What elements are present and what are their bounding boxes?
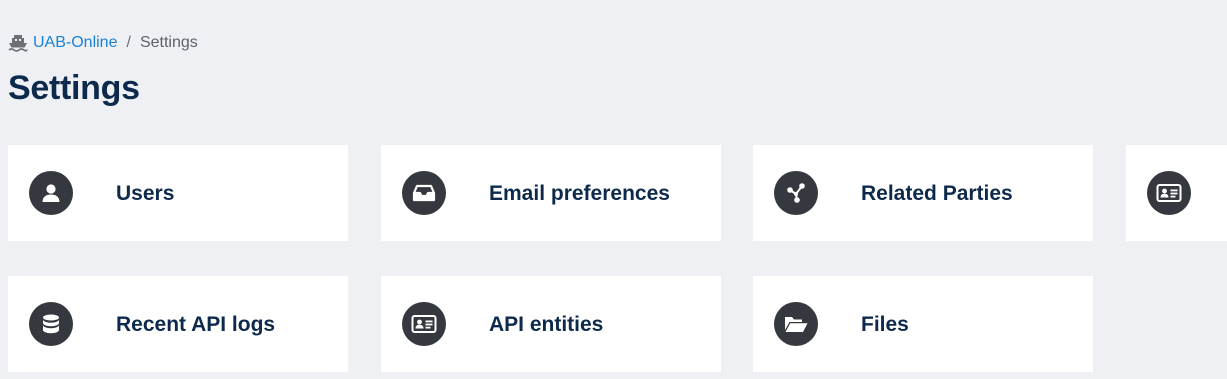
settings-card-files[interactable]: Files — [753, 276, 1093, 372]
settings-card-label: Recent API logs — [116, 313, 276, 336]
page-title: Settings — [8, 69, 140, 107]
settings-card-label: API entities — [489, 313, 604, 336]
settings-card-api-entities[interactable]: API entities — [381, 276, 721, 372]
folder-open-icon — [774, 302, 818, 346]
inbox-icon — [402, 171, 446, 215]
settings-card-label: Users — [116, 182, 175, 205]
breadcrumb-home-link[interactable]: UAB-Online — [33, 33, 117, 53]
settings-page: UAB-Online / Settings Settings Users Ema… — [0, 0, 1227, 379]
breadcrumb: UAB-Online / Settings — [8, 33, 198, 53]
breadcrumb-current: Settings — [139, 34, 198, 51]
settings-card-label: Email preferences — [489, 182, 670, 205]
settings-card-related-parties[interactable]: Related Parties — [753, 145, 1093, 241]
database-icon — [29, 302, 73, 346]
ship-icon — [8, 34, 28, 52]
settings-card-label: Related Parties — [861, 182, 1013, 205]
settings-card-partial[interactable] — [1126, 145, 1227, 241]
settings-card-users[interactable]: Users — [8, 145, 348, 241]
settings-card-label: Files — [861, 313, 909, 336]
settings-card-recent-api-logs[interactable]: Recent API logs — [8, 276, 348, 372]
network-icon — [774, 171, 818, 215]
settings-card-email-preferences[interactable]: Email preferences — [381, 145, 721, 241]
id-card-icon — [1147, 171, 1191, 215]
user-icon — [29, 171, 73, 215]
id-card-icon — [402, 302, 446, 346]
breadcrumb-separator: / — [126, 34, 131, 51]
